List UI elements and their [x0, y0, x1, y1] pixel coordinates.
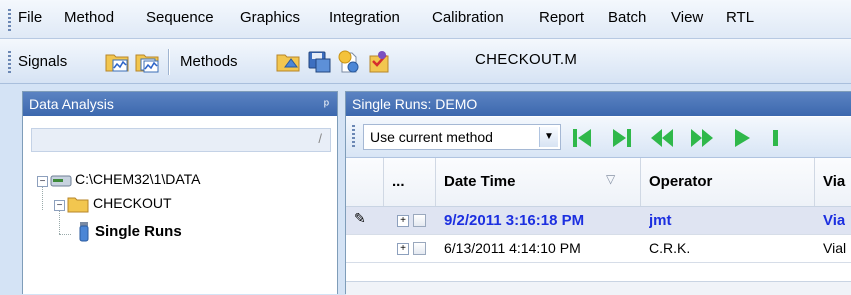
- cell-vial: Via: [823, 212, 846, 229]
- column-header-options[interactable]: ...: [384, 158, 436, 206]
- open-signals-icon[interactable]: [134, 49, 160, 75]
- panel-title-text: Data Analysis: [29, 96, 114, 112]
- sort-descending-icon[interactable]: ▽: [606, 172, 615, 186]
- tree-filter-row[interactable]: /: [31, 128, 331, 152]
- grid-header: ... Date Time ▽ Operator Via: [346, 158, 851, 207]
- menu-bar: File Method Sequence Graphics Integratio…: [0, 0, 851, 39]
- cell-vial: Vial: [823, 240, 847, 256]
- open-method-icon[interactable]: [275, 49, 301, 75]
- method-select-value: Use current method: [370, 129, 493, 145]
- data-analysis-panel: Data Analysis ᵖ / − C:\CHEM32\1\DATA − C…: [22, 91, 338, 294]
- menu-view[interactable]: View: [671, 9, 703, 26]
- table-row[interactable]: + 6/13/2011 4:14:10 PM C.R.K. Vial: [346, 235, 851, 263]
- runs-grid: ... Date Time ▽ Operator Via ✎ + 9/2/201…: [346, 158, 851, 295]
- column-header-datetime-label: Date Time: [444, 173, 516, 190]
- tree-connector: [59, 210, 60, 234]
- folder-icon: [67, 197, 89, 213]
- menu-batch[interactable]: Batch: [608, 9, 646, 26]
- row-checkbox[interactable]: [413, 214, 426, 227]
- signals-label: Signals: [18, 53, 68, 70]
- expand-row-icon[interactable]: +: [397, 243, 409, 255]
- cell-operator: jmt: [649, 212, 672, 229]
- tree-connector: [59, 234, 71, 235]
- drive-icon: [50, 175, 72, 187]
- menu-calibration[interactable]: Calibration: [432, 9, 504, 26]
- dropdown-arrow-icon[interactable]: ▼: [539, 127, 558, 147]
- edit-row-icon: ✎: [354, 210, 366, 226]
- last-icon[interactable]: [608, 125, 636, 151]
- table-row[interactable]: ✎ + 9/2/2011 3:16:18 PM jmt Via: [346, 207, 851, 235]
- cell-datetime: 9/2/2011 3:16:18 PM: [444, 212, 585, 229]
- column-header-vial[interactable]: Via: [815, 158, 851, 206]
- cell-operator: C.R.K.: [649, 240, 691, 256]
- tree-connector: [42, 186, 43, 210]
- pin-icon[interactable]: ᵖ: [324, 92, 329, 116]
- nav-grip[interactable]: [352, 125, 355, 149]
- menu-integration[interactable]: Integration: [329, 9, 400, 26]
- method-select[interactable]: Use current method ▼: [363, 124, 561, 150]
- menu-report[interactable]: Report: [539, 9, 584, 26]
- single-runs-title: Single Runs: DEMO: [346, 92, 851, 116]
- expand-row-icon[interactable]: +: [397, 215, 409, 227]
- stop-icon[interactable]: [766, 125, 794, 151]
- menu-grip[interactable]: [8, 9, 11, 31]
- tree-folder-label[interactable]: CHECKOUT: [93, 195, 172, 211]
- row-checkbox[interactable]: [413, 242, 426, 255]
- toolbar-separator: [168, 49, 170, 75]
- column-header-operator[interactable]: Operator: [641, 158, 815, 206]
- first-icon[interactable]: [568, 125, 596, 151]
- previous-icon[interactable]: [648, 125, 676, 151]
- data-analysis-title: Data Analysis ᵖ: [23, 92, 337, 116]
- open-signal-icon[interactable]: [104, 49, 130, 75]
- save-method-icon[interactable]: [306, 49, 332, 75]
- play-icon[interactable]: [728, 125, 756, 151]
- cell-datetime: 6/13/2011 4:14:10 PM: [444, 240, 581, 256]
- menu-file[interactable]: File: [18, 9, 42, 26]
- next-icon[interactable]: [688, 125, 716, 151]
- toolbar-grip[interactable]: [8, 51, 11, 73]
- new-method-icon[interactable]: [336, 49, 362, 75]
- menu-graphics[interactable]: Graphics: [240, 9, 300, 26]
- current-method-field[interactable]: CHECKOUT.M: [475, 51, 577, 68]
- tree-root-label[interactable]: C:\CHEM32\1\DATA: [75, 171, 201, 187]
- menu-sequence[interactable]: Sequence: [146, 9, 214, 26]
- edit-method-icon[interactable]: [367, 49, 393, 75]
- filter-glyph: /: [318, 131, 322, 146]
- collapse-folder-icon[interactable]: −: [54, 200, 65, 211]
- navigation-toolbar: Use current method ▼: [346, 117, 851, 158]
- menu-rtl[interactable]: RTL: [726, 9, 754, 26]
- tree-single-runs-label[interactable]: Single Runs: [95, 223, 182, 240]
- menu-method[interactable]: Method: [64, 9, 114, 26]
- collapse-root-icon[interactable]: −: [37, 176, 48, 187]
- row-indicator-header: [346, 158, 384, 206]
- single-runs-vial-icon: [79, 222, 89, 242]
- toolbar: Signals Methods CHECKOUT.M: [0, 39, 851, 84]
- single-runs-panel: Single Runs: DEMO Use current method ▼ .…: [345, 91, 851, 295]
- methods-label: Methods: [180, 53, 238, 70]
